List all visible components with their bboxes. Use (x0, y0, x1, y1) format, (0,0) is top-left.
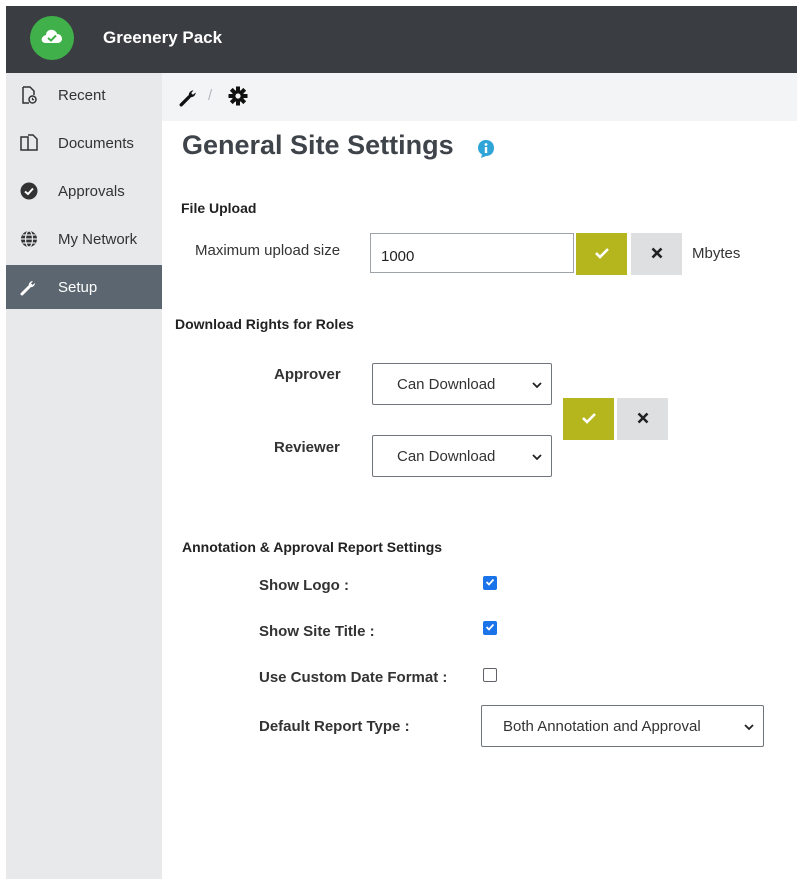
sidebar: Recent Documents Approvals My Network Se… (6, 73, 162, 879)
default-report-type-label: Default Report Type : (259, 718, 410, 735)
default-report-type-select[interactable]: Both Annotation and Approval (481, 705, 764, 747)
sidebar-item-recent[interactable]: Recent (6, 73, 162, 117)
close-icon (651, 247, 663, 262)
reviewer-label: Reviewer (274, 439, 340, 456)
page-title: General Site Settings (182, 130, 454, 160)
chevron-down-icon (531, 378, 543, 396)
custom-date-format-label: Use Custom Date Format : (259, 669, 448, 686)
app-title: Greenery Pack (103, 28, 223, 47)
documents-icon (20, 134, 38, 152)
file-upload-section-title: File Upload (181, 200, 257, 216)
chevron-down-icon (531, 450, 543, 468)
chevron-down-icon (743, 720, 755, 738)
upload-unit-label: Mbytes (692, 245, 741, 262)
check-circle-icon (20, 182, 38, 200)
approver-download-select[interactable]: Can Download (372, 363, 552, 405)
app-logo[interactable] (30, 16, 74, 60)
recent-document-icon (20, 86, 38, 104)
breadcrumb-separator: / (208, 87, 213, 104)
custom-date-format-checkbox[interactable] (483, 668, 497, 682)
report-type-select-value: Both Annotation and Approval (503, 717, 701, 735)
sidebar-item-setup[interactable]: Setup (6, 265, 162, 309)
sidebar-item-label: Documents (58, 134, 134, 152)
max-upload-input[interactable] (370, 233, 574, 273)
check-icon (485, 619, 495, 637)
show-logo-label: Show Logo : (259, 577, 349, 594)
sidebar-item-label: My Network (58, 230, 138, 248)
cloud-check-icon (40, 27, 64, 50)
globe-icon (20, 230, 38, 248)
top-bar: Greenery Pack (6, 6, 797, 73)
check-icon (581, 411, 597, 428)
show-site-title-label: Show Site Title : (259, 623, 375, 640)
approver-select-value: Can Download (397, 375, 496, 393)
approver-label: Approver (274, 366, 341, 383)
reviewer-download-select[interactable]: Can Download (372, 435, 552, 477)
sidebar-item-approvals[interactable]: Approvals (6, 169, 162, 213)
check-icon (485, 574, 495, 592)
download-rights-save-button[interactable] (563, 398, 614, 440)
show-logo-checkbox[interactable] (483, 576, 497, 590)
reviewer-select-value: Can Download (397, 447, 496, 465)
upload-save-button[interactable] (576, 233, 627, 275)
report-settings-section-title: Annotation & Approval Report Settings (182, 539, 443, 555)
info-icon[interactable] (476, 139, 496, 164)
gear-icon[interactable] (228, 86, 248, 111)
sidebar-item-documents[interactable]: Documents (6, 121, 162, 165)
download-rights-cancel-button[interactable] (617, 398, 668, 440)
max-upload-label: Maximum upload size (195, 242, 341, 259)
wrench-icon[interactable] (179, 87, 199, 112)
show-site-title-checkbox[interactable] (483, 621, 497, 635)
sidebar-item-label: Setup (58, 278, 98, 296)
breadcrumb: / (162, 73, 797, 121)
wrench-icon (20, 278, 38, 296)
close-icon (637, 412, 649, 427)
check-icon (594, 246, 610, 263)
upload-cancel-button[interactable] (631, 233, 682, 275)
download-rights-section-title: Download Rights for Roles (175, 316, 354, 332)
sidebar-item-my-network[interactable]: My Network (6, 217, 162, 261)
sidebar-item-label: Approvals (58, 182, 125, 200)
sidebar-item-label: Recent (58, 86, 106, 104)
